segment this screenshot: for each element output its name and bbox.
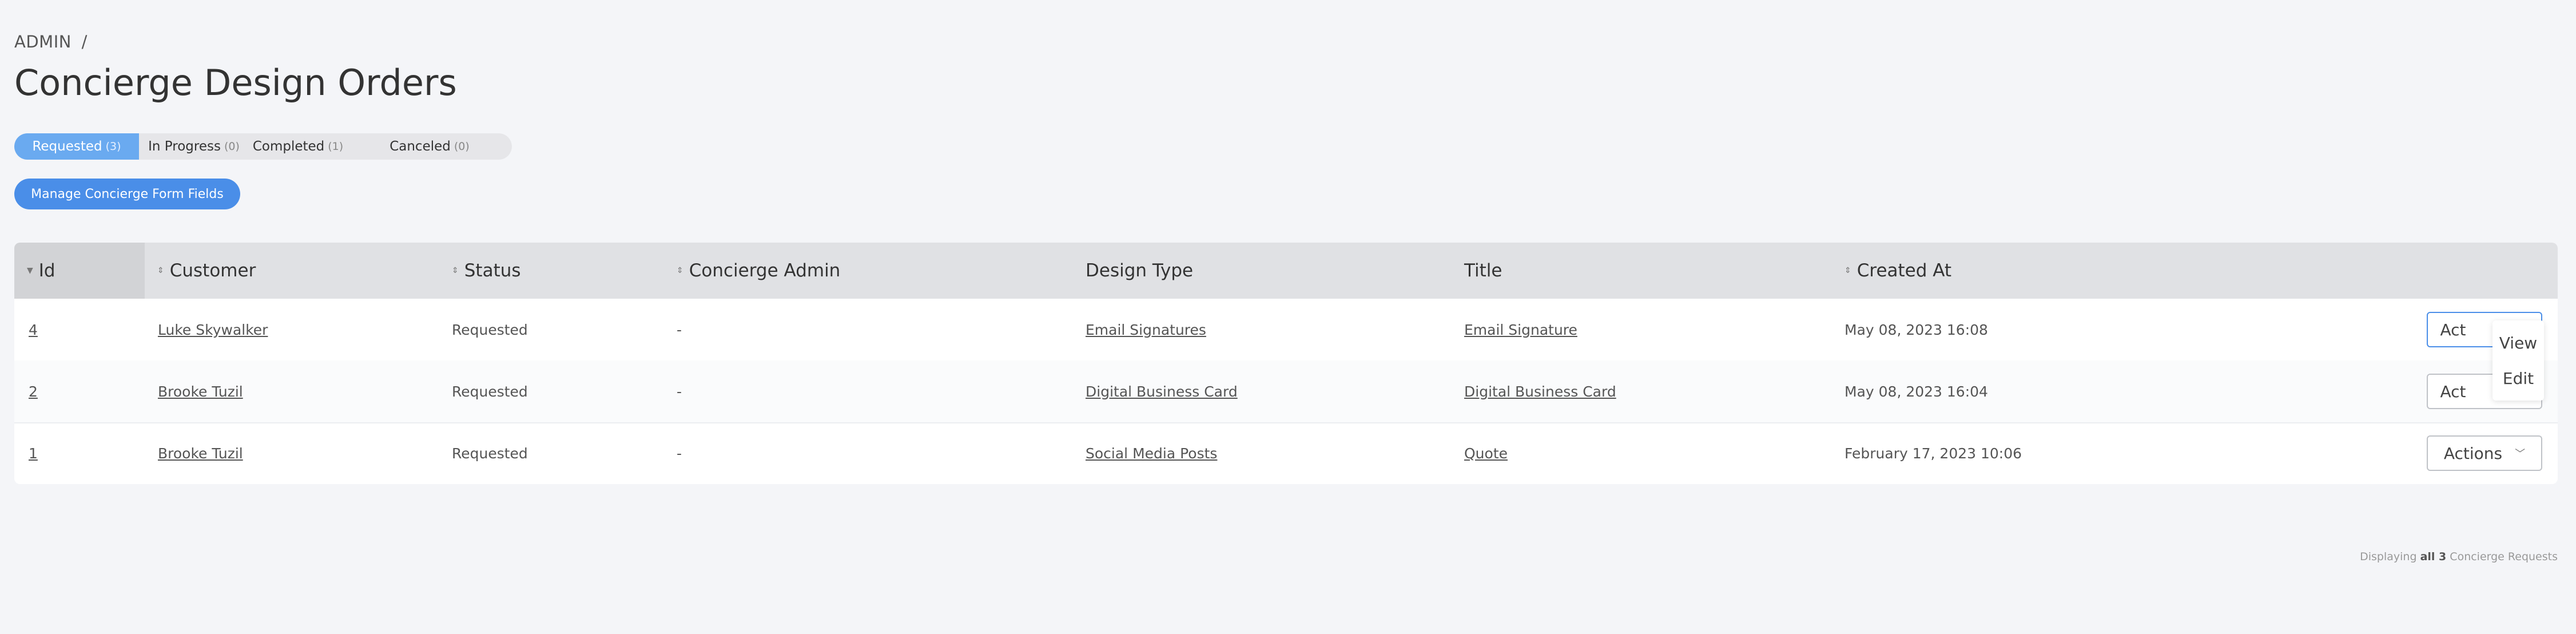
scope-tabs: Requested (3) In Progress (0) Completed (1)… bbox=[14, 133, 512, 160]
pagination-prefix: Displaying bbox=[2360, 550, 2417, 563]
pagination-suffix: Concierge Requests bbox=[2450, 550, 2558, 563]
concierge-admin-text: - bbox=[677, 383, 682, 400]
created-at-text: May 08, 2023 16:04 bbox=[1844, 383, 1988, 400]
order-id-link[interactable]: 4 bbox=[29, 322, 38, 338]
menu-item-edit[interactable]: Edit bbox=[2492, 363, 2544, 394]
column-label: Customer bbox=[169, 260, 256, 281]
breadcrumb-separator: / bbox=[81, 32, 88, 51]
page-title: Concierge Design Orders bbox=[14, 62, 457, 104]
status-text: Requested bbox=[452, 321, 528, 338]
table-row: 2 Brooke Tuzil Requested - Digital Busin… bbox=[14, 360, 2558, 423]
breadcrumb-admin-link[interactable]: ADMIN bbox=[14, 32, 71, 51]
tab-completed[interactable]: Completed (1) bbox=[249, 133, 347, 160]
actions-label: Act bbox=[2440, 382, 2466, 401]
actions-button[interactable]: Actions ﹀ bbox=[2427, 435, 2542, 471]
tab-label: In Progress bbox=[148, 139, 221, 154]
column-label: Concierge Admin bbox=[689, 260, 841, 281]
actions-dropdown-menu: View Edit bbox=[2492, 320, 2544, 401]
title-link[interactable]: Digital Business Card bbox=[1464, 383, 1616, 400]
sort-icon: ⇕ bbox=[1844, 266, 1851, 275]
design-type-link[interactable]: Digital Business Card bbox=[1086, 383, 1238, 400]
design-type-link[interactable]: Email Signatures bbox=[1086, 322, 1206, 338]
column-header-created-at[interactable]: ⇕ Created At bbox=[1844, 243, 1951, 299]
concierge-admin-text: - bbox=[677, 445, 682, 462]
design-type-link[interactable]: Social Media Posts bbox=[1086, 445, 1217, 462]
tab-requested[interactable]: Requested (3) bbox=[14, 133, 139, 160]
tab-count: (1) bbox=[328, 140, 344, 153]
column-label: Design Type bbox=[1086, 260, 1194, 281]
menu-item-view[interactable]: View bbox=[2492, 327, 2544, 358]
column-header-design-type: Design Type bbox=[1086, 243, 1193, 299]
orders-table: ▼ Id ⇕ Customer ⇕ Status ⇕ Concierge Admin D… bbox=[14, 243, 2558, 484]
chevron-down-icon: ﹀ bbox=[2515, 448, 2526, 460]
sort-desc-icon: ▼ bbox=[27, 266, 33, 275]
actions-label: Actions bbox=[2443, 443, 2503, 463]
tab-canceled[interactable]: Canceled (0) bbox=[347, 133, 512, 160]
column-label: Title bbox=[1464, 260, 1502, 281]
actions-label: Act bbox=[2440, 320, 2466, 339]
tab-count: (3) bbox=[105, 140, 121, 153]
customer-link[interactable]: Luke Skywalker bbox=[158, 322, 268, 338]
created-at-text: May 08, 2023 16:08 bbox=[1844, 321, 1988, 338]
column-label: Id bbox=[38, 260, 55, 281]
column-label: Created At bbox=[1857, 260, 1952, 281]
manage-form-fields-button[interactable]: Manage Concierge Form Fields bbox=[14, 179, 240, 209]
tab-label: Requested bbox=[32, 139, 102, 154]
tab-in-progress[interactable]: In Progress (0) bbox=[139, 133, 249, 160]
pagination-count: all 3 bbox=[2420, 550, 2447, 563]
sort-icon: ⇕ bbox=[677, 266, 683, 275]
column-header-title: Title bbox=[1464, 243, 1502, 299]
column-label: Status bbox=[464, 260, 521, 281]
breadcrumb: ADMIN / bbox=[14, 32, 88, 51]
customer-link[interactable]: Brooke Tuzil bbox=[158, 445, 243, 462]
column-header-status[interactable]: ⇕ Status bbox=[452, 243, 521, 299]
table-row: 4 Luke Skywalker Requested - Email Signa… bbox=[14, 299, 2558, 362]
status-text: Requested bbox=[452, 383, 528, 400]
title-link[interactable]: Email Signature bbox=[1464, 322, 1577, 338]
tab-label: Canceled bbox=[389, 139, 451, 154]
table-header: ▼ Id ⇕ Customer ⇕ Status ⇕ Concierge Admin D… bbox=[14, 243, 2558, 299]
customer-link[interactable]: Brooke Tuzil bbox=[158, 383, 243, 400]
order-id-link[interactable]: 2 bbox=[29, 383, 38, 400]
created-at-text: February 17, 2023 10:06 bbox=[1844, 445, 2022, 462]
tab-count: (0) bbox=[224, 140, 240, 153]
order-id-link[interactable]: 1 bbox=[29, 445, 38, 462]
sort-icon: ⇕ bbox=[157, 266, 164, 275]
column-header-customer[interactable]: ⇕ Customer bbox=[157, 243, 256, 299]
tab-count: (0) bbox=[454, 140, 470, 153]
title-link[interactable]: Quote bbox=[1464, 445, 1508, 462]
tab-label: Completed bbox=[252, 139, 325, 154]
pagination-info: Displaying all 3 Concierge Requests bbox=[2360, 550, 2558, 563]
table-row: 1 Brooke Tuzil Requested - Social Media … bbox=[14, 422, 2558, 484]
status-text: Requested bbox=[452, 445, 528, 462]
concierge-admin-text: - bbox=[677, 321, 682, 338]
sort-icon: ⇕ bbox=[452, 266, 459, 275]
column-header-concierge-admin[interactable]: ⇕ Concierge Admin bbox=[677, 243, 840, 299]
column-header-id[interactable]: ▼ Id bbox=[14, 243, 145, 299]
